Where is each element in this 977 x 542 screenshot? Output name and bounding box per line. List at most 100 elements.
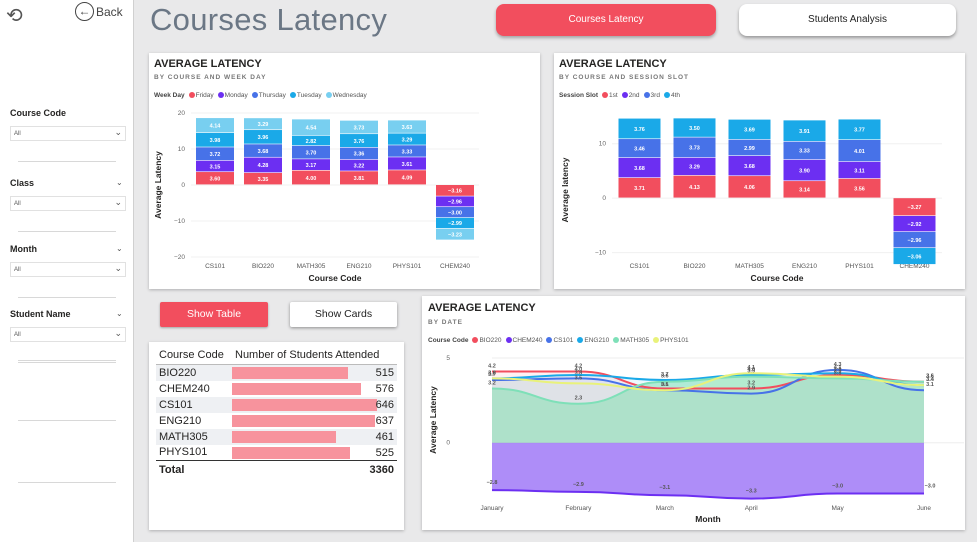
bar-data-label: 3.81 — [354, 176, 365, 182]
divider — [18, 482, 116, 483]
latency-by-date-chart: AVERAGE LATENCY BY DATE Course Code BIO22… — [422, 296, 965, 530]
bar-data-label: 3.98 — [210, 138, 221, 144]
divider — [18, 231, 116, 232]
filter-value: All — [14, 332, 21, 338]
table-row[interactable]: ENG210 637 — [156, 412, 397, 429]
chevron-down-icon: ⌄ — [114, 127, 122, 137]
point-data-label: 2.9 — [747, 386, 755, 392]
point-data-label: 3.5 — [575, 375, 583, 381]
column-header[interactable]: Course Code — [156, 346, 232, 365]
divider — [18, 297, 116, 298]
back-button[interactable]: ← Back — [75, 2, 123, 21]
bar-data-label: −2.96 — [908, 238, 922, 244]
y-tick-label: 0 — [446, 440, 450, 447]
bar-data-label: 3.71 — [634, 186, 645, 192]
bar-data-label: −2.99 — [448, 221, 462, 227]
y-tick-label: −10 — [174, 218, 185, 225]
x-tick-label: CS101 — [205, 263, 225, 270]
tab-students-analysis[interactable]: Students Analysis — [739, 4, 956, 36]
students-count-cell: 461 — [232, 429, 397, 445]
bar-data-label: −3.23 — [448, 232, 462, 238]
collapse-chevron-icon[interactable]: ⌄ — [116, 244, 123, 253]
bar-data-label: 3.17 — [306, 163, 317, 169]
filter-dropdown[interactable]: All ⌄ — [10, 327, 126, 342]
data-bar — [232, 430, 336, 443]
students-count-cell: 576 — [232, 381, 397, 397]
students-count-cell: 637 — [232, 413, 397, 429]
show-cards-button[interactable]: Show Cards — [290, 302, 397, 327]
y-axis-title: Average Latency — [428, 386, 438, 454]
filter-dropdown[interactable]: All ⌄ — [10, 126, 126, 141]
bar-data-label: 4.28 — [258, 163, 269, 169]
x-tick-label: PHYS101 — [845, 263, 874, 270]
data-bar — [232, 446, 350, 459]
bar-data-label: 3.76 — [354, 139, 365, 145]
collapse-chevron-icon[interactable]: ⌄ — [116, 309, 123, 318]
latency-by-weekday-chart: AVERAGE LATENCY BY COURSE AND WEEK DAY W… — [149, 53, 540, 289]
tab-courses-latency[interactable]: Courses Latency — [496, 4, 716, 36]
point-data-label: −3.0 — [925, 484, 936, 490]
x-tick-label: June — [917, 505, 931, 512]
bar-data-label: −3.16 — [448, 189, 462, 195]
collapse-chevron-icon[interactable]: ⌄ — [116, 178, 123, 187]
students-count-cell: 515 — [232, 365, 397, 381]
table-row[interactable]: CS101 646 — [156, 396, 397, 413]
count-value: 461 — [375, 430, 394, 443]
bar-data-label: 3.29 — [402, 137, 413, 143]
x-tick-label: CS101 — [630, 263, 650, 270]
table-header-row: Course Code Number of Students Attended — [156, 346, 397, 365]
y-tick-label: 10 — [599, 141, 607, 148]
column-header[interactable]: Number of Students Attended — [232, 346, 397, 365]
filter-dropdown[interactable]: All ⌄ — [10, 262, 126, 277]
table-row[interactable]: PHYS101 525 — [156, 444, 397, 461]
course-code-cell: ENG210 — [159, 414, 202, 427]
point-data-label: 4.1 — [747, 365, 755, 371]
filter-label: Month — [10, 244, 37, 254]
show-table-button[interactable]: Show Table — [160, 302, 268, 327]
point-data-label: 4.2 — [488, 364, 496, 370]
filter-label: Student Name — [10, 309, 71, 319]
y-tick-label: −20 — [174, 254, 185, 261]
bar-data-label: 4.54 — [306, 126, 318, 132]
students-count-cell: 525 — [232, 445, 397, 461]
bar-data-label: 3.15 — [210, 164, 221, 170]
chevron-down-icon: ⌄ — [114, 197, 122, 207]
x-axis-title: Month — [695, 514, 721, 524]
date-area-chart: 5 0 Average Latency Month January February Mar… — [428, 355, 964, 524]
point-data-label: 3.2 — [488, 380, 496, 386]
bar-data-label: 3.33 — [799, 149, 810, 155]
course-code-cell: CS101 — [159, 398, 193, 411]
students-attended-table: Course Code Number of Students Attended … — [149, 342, 404, 530]
divider — [18, 360, 116, 361]
x-tick-label: ENG210 — [792, 263, 817, 270]
count-value: 576 — [375, 382, 394, 395]
x-tick-label: MATH305 — [735, 263, 764, 270]
bar-data-label: 3.73 — [354, 125, 365, 131]
bar-data-label: 3.61 — [402, 162, 413, 168]
bar-data-label: 3.56 — [854, 186, 865, 192]
x-tick-label: January — [480, 505, 504, 512]
x-tick-label: MATH305 — [297, 263, 326, 270]
y-tick-label: 0 — [181, 182, 185, 189]
bar-data-label: 3.14 — [799, 188, 811, 194]
point-data-label: 2.3 — [575, 396, 583, 402]
bar-data-label: 3.11 — [854, 168, 864, 174]
bar-data-label: 3.69 — [744, 128, 755, 134]
bar-data-label: 2.82 — [306, 139, 317, 145]
bar-data-label: 3.22 — [354, 163, 365, 169]
table-row[interactable]: CHEM240 576 — [156, 380, 397, 397]
table-row[interactable]: MATH305 461 — [156, 428, 397, 445]
bar-data-label: −2.96 — [448, 200, 462, 206]
table-total-row: Total 3360 — [156, 460, 397, 477]
point-data-label: −2.9 — [573, 482, 584, 488]
x-tick-label: PHYS101 — [393, 263, 422, 270]
back-arrow-icon: ← — [75, 2, 94, 21]
filter-dropdown[interactable]: All ⌄ — [10, 196, 126, 211]
undo-icon[interactable]: ⟲ — [6, 3, 23, 28]
table-row[interactable]: BIO220 515 — [156, 364, 397, 381]
data-bar — [232, 414, 376, 427]
bar-data-label: 4.13 — [689, 185, 700, 191]
bar-data-label: −2.92 — [908, 222, 922, 228]
point-data-label: 3.6 — [661, 374, 669, 380]
bar-data-label: 3.33 — [402, 149, 413, 155]
